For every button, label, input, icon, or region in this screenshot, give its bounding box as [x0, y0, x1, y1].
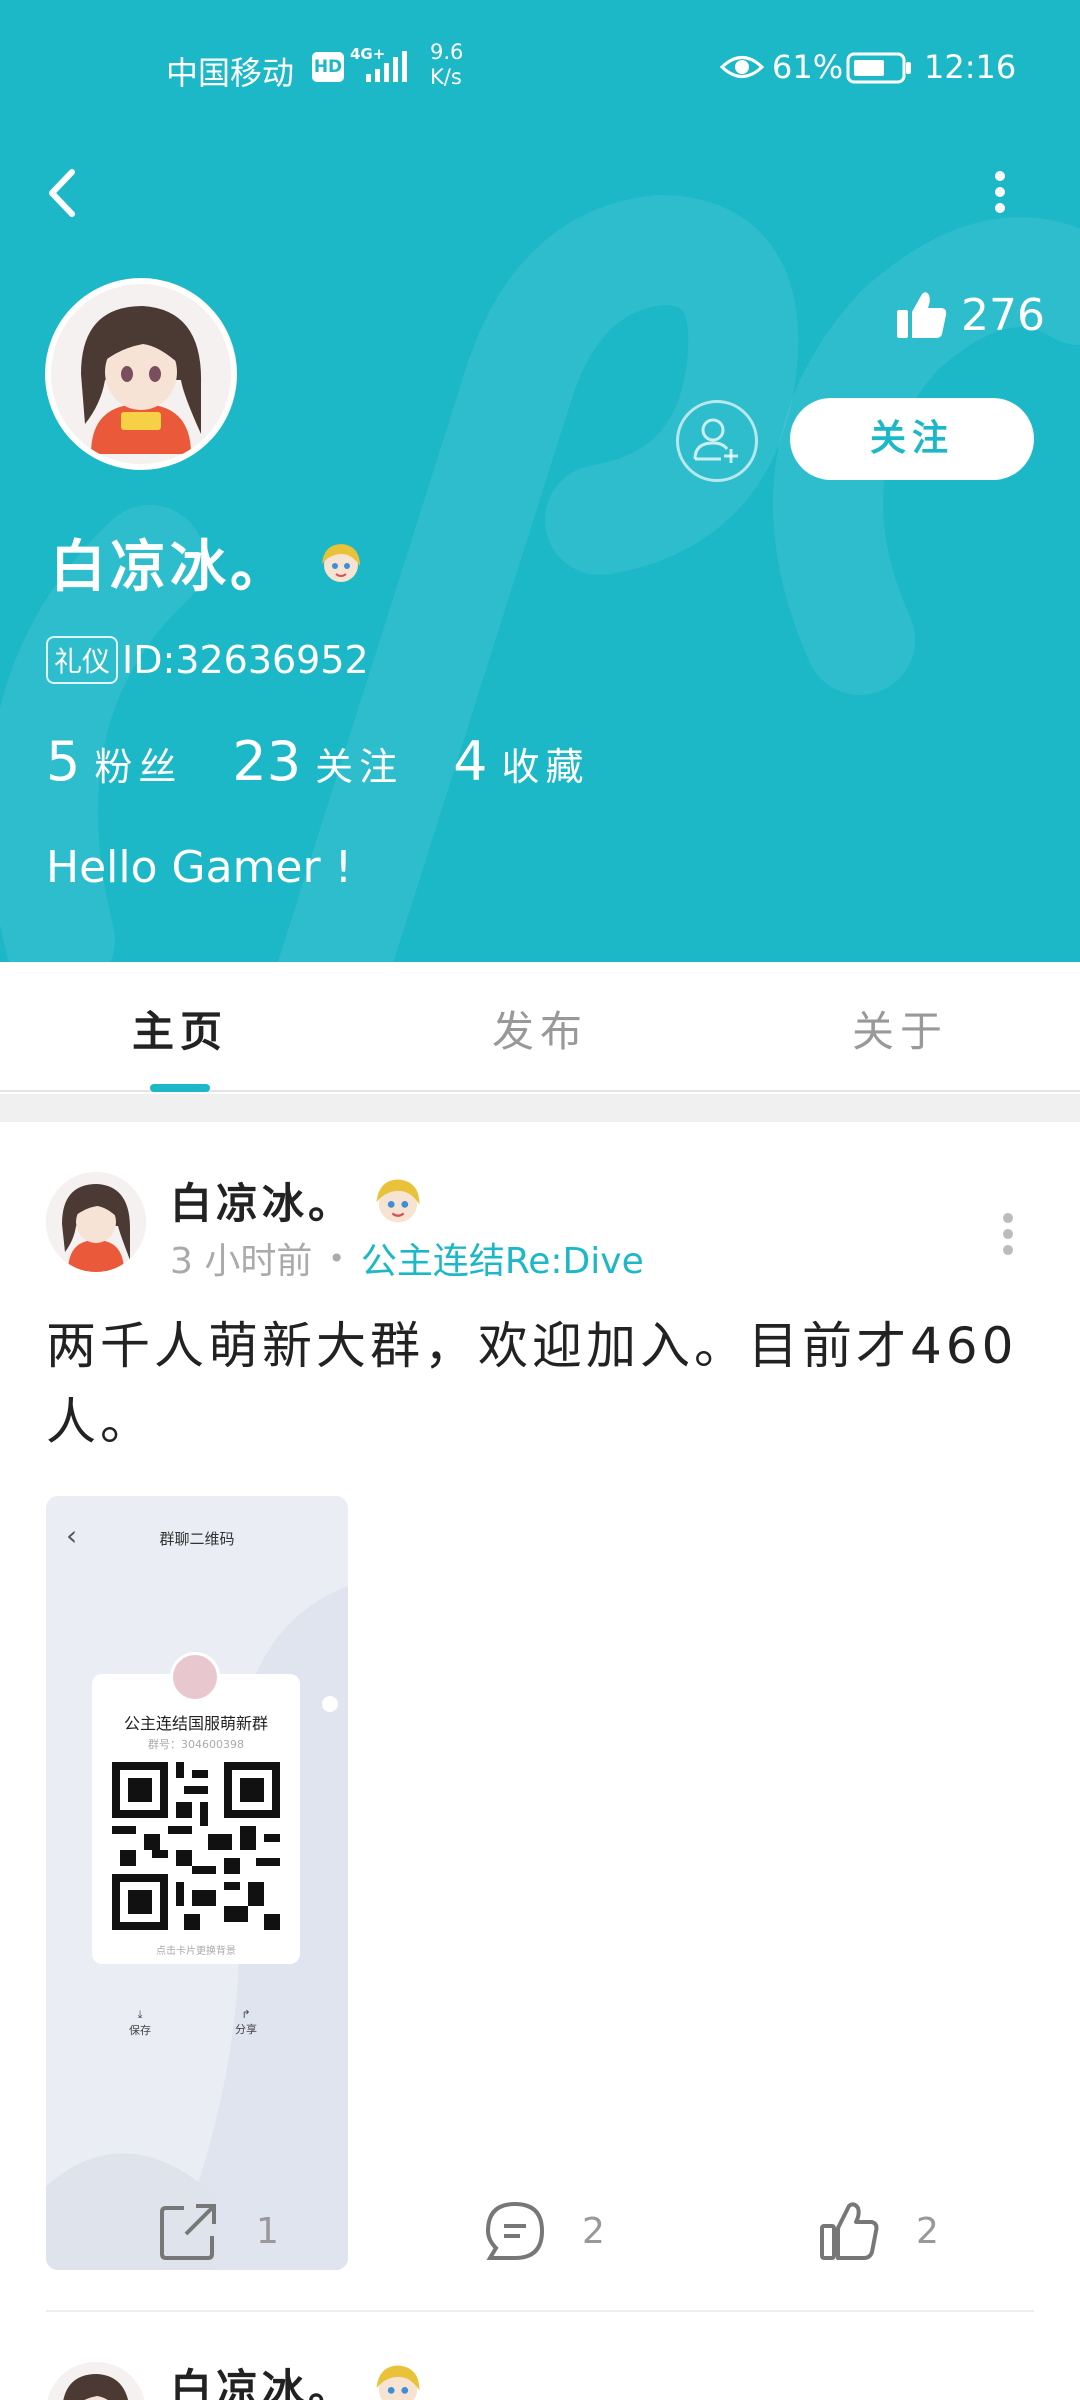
meta-separator: • — [328, 1241, 345, 1275]
image-group-name: 公主连结国服萌新群 — [123, 1714, 268, 1733]
post-time: 3 小时前 — [170, 1241, 313, 1282]
fans-label[interactable]: 粉丝 — [94, 736, 182, 791]
image-group-avatar — [170, 1652, 220, 1702]
like-button[interactable]: 2 — [818, 2200, 939, 2262]
carrier-label: 中国移动 — [166, 54, 295, 92]
post-image[interactable]: ‹ 群聊二维码 公主连结国服萌新群 群号：304600398 点击卡片更换背景 … — [46, 1496, 348, 2270]
section-separator — [0, 1094, 1080, 1122]
next-post-author-avatar[interactable] — [46, 2362, 146, 2400]
signal-icon — [366, 51, 407, 82]
speed-unit: K/s — [430, 65, 462, 89]
avatar-illustration — [46, 2362, 146, 2400]
download-icon: ⤓ — [137, 2008, 143, 2021]
next-post-author-row: 白凉冰。 — [170, 2356, 424, 2400]
qr-code-icon — [112, 1762, 280, 1930]
image-qr-card: 公主连结国服萌新群 群号：304600398 点击卡片更换背景 — [92, 1652, 300, 1964]
image-share-label: 分享 — [235, 2023, 257, 2036]
profile-bio: Hello Gamer ! — [46, 842, 353, 893]
image-title: 群聊二维码 — [159, 1530, 235, 1548]
comment-count: 2 — [582, 2210, 605, 2252]
profile-id-row: 礼仪 ID:32636952 — [46, 636, 369, 684]
character-badge-icon — [376, 1179, 420, 1222]
favorites-label[interactable]: 收藏 — [501, 736, 589, 791]
favorites-count[interactable]: 4 — [453, 730, 487, 793]
post-author-avatar[interactable] — [46, 1172, 146, 1272]
post-author-row: 白凉冰。 — [170, 1170, 424, 1231]
post-author-name[interactable]: 白凉冰。 — [170, 1170, 354, 1231]
avatar-illustration — [46, 1172, 146, 1272]
back-arrow-icon[interactable] — [40, 158, 90, 228]
eye-comfort-icon — [720, 56, 764, 78]
active-tab-indicator — [150, 1084, 210, 1092]
add-user-icon — [693, 418, 738, 463]
avatar-illustration — [51, 284, 231, 464]
battery-icon — [846, 52, 911, 84]
tab-about[interactable]: 关于 — [800, 998, 1000, 1059]
profile-id: ID:32636952 — [122, 638, 369, 682]
comment-button[interactable]: 2 — [484, 2200, 605, 2262]
tab-posts[interactable]: 发布 — [440, 998, 640, 1059]
share-icon — [160, 2204, 216, 2260]
post-game-link[interactable]: 公主连结Re:Dive — [361, 1232, 644, 1284]
character-badge-icon — [376, 2365, 420, 2400]
following-label[interactable]: 关注 — [315, 736, 403, 791]
comment-icon — [485, 2201, 545, 2260]
image-side-icon — [322, 1696, 338, 1712]
tab-home[interactable]: 主页 — [80, 998, 280, 1059]
battery-percent: 61% — [772, 48, 844, 86]
speed-value: 9.6 — [430, 40, 464, 64]
add-friend-button[interactable] — [676, 400, 758, 482]
thumbs-up-icon — [897, 292, 947, 338]
profile-avatar[interactable] — [45, 278, 237, 470]
fans-count[interactable]: 5 — [46, 730, 80, 793]
post-meta: 3 小时前 • 公主连结Re:Dive — [170, 1232, 644, 1284]
thumbs-up-outline-icon — [820, 2202, 879, 2260]
profile-tabs: 主页 发布 关于 — [0, 962, 1080, 1092]
post-more-icon[interactable] — [990, 1204, 1026, 1264]
post-text: 两千人萌新大群，欢迎加入。目前才460人。 — [46, 1317, 1018, 1451]
next-post-author-name[interactable]: 白凉冰。 — [170, 2356, 354, 2400]
likes-count: 276 — [961, 289, 1045, 341]
likes-counter[interactable]: 276 — [895, 280, 1045, 350]
profile-header: 中国移动 HD 4G+ 9.6 K/s 61% 12:16 276 关注 白凉冰… — [0, 0, 1080, 962]
profile-stats: 5 粉丝 23 关注 4 收藏 — [46, 730, 639, 793]
profile-tag: 礼仪 — [46, 636, 119, 684]
status-bar: 中国移动 HD 4G+ 9.6 K/s 61% 12:16 — [0, 0, 1080, 130]
image-card-footer: 点击卡片更换背景 — [156, 1946, 236, 1957]
image-group-id: 群号：304600398 — [148, 1738, 244, 1751]
hd-badge: HD — [312, 52, 344, 82]
more-options-icon[interactable] — [980, 162, 1020, 222]
profile-name: 白凉冰。 — [50, 535, 290, 600]
following-count[interactable]: 23 — [232, 730, 301, 793]
follow-button[interactable]: 关注 — [790, 398, 1034, 480]
share-arrow-icon: ↱ — [241, 2008, 251, 2021]
feed-post: 白凉冰。 3 小时前 • 公主连结Re:Dive 两千人萌新大群，欢迎加入。目前… — [0, 1122, 1080, 2400]
character-badge-icon — [322, 543, 360, 582]
background-decoration — [0, 194, 1080, 962]
post-divider — [46, 2310, 1034, 2312]
image-save: ⤓ 保存 — [110, 2008, 170, 2038]
image-save-label: 保存 — [129, 2024, 151, 2037]
like-count: 2 — [916, 2210, 939, 2252]
share-count: 1 — [256, 2210, 279, 2252]
clock: 12:16 — [924, 48, 1017, 86]
profile-name-row: 白凉冰。 — [50, 522, 364, 603]
image-share: ↱ 分享 — [216, 2008, 276, 2037]
network-speed: 9.6 K/s — [430, 40, 463, 90]
share-button[interactable]: 1 — [158, 2200, 279, 2262]
